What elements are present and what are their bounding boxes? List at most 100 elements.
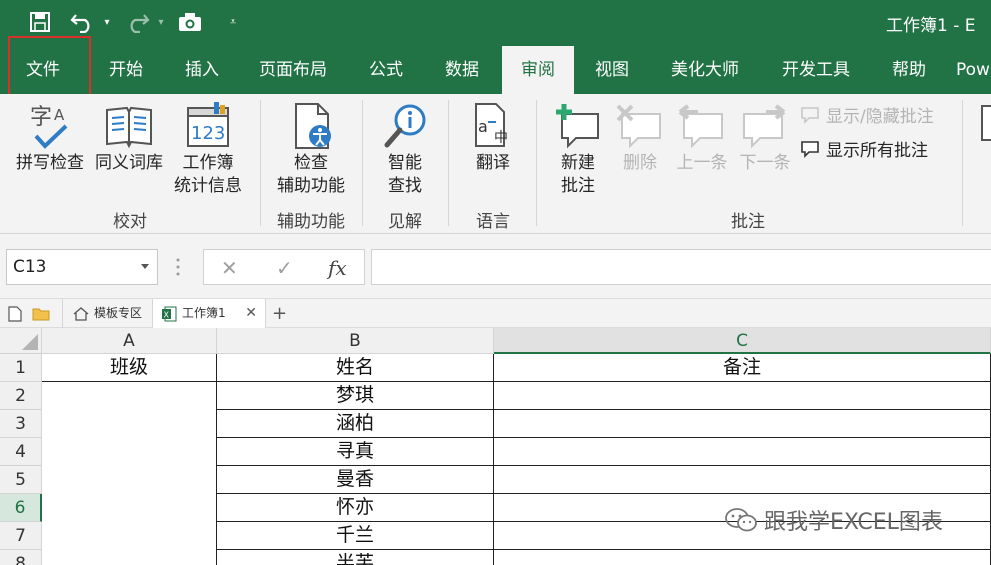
- delete-comment-button[interactable]: 删除: [608, 152, 672, 175]
- save-icon[interactable]: [26, 9, 54, 35]
- title-bar: ▾ ▾ ⩡ 工作簿1 - E: [0, 0, 991, 46]
- smart-lookup-icon: [384, 102, 430, 154]
- name-box[interactable]: C13: [6, 249, 158, 285]
- new-comment-button[interactable]: 新建 批注: [545, 152, 611, 198]
- thesaurus-button[interactable]: 同义词库: [91, 152, 167, 175]
- next-group-partial-icon: [980, 102, 991, 150]
- formula-bar-grip-icon[interactable]: [176, 256, 180, 278]
- smart-lookup-button[interactable]: 智能 查找: [370, 152, 440, 198]
- cell-b3[interactable]: 涵柏: [217, 410, 494, 438]
- svg-text:123: 123: [191, 123, 225, 144]
- cell-a2-merged[interactable]: [42, 382, 217, 565]
- close-tab-icon[interactable]: ✕: [245, 299, 257, 328]
- cell-b5[interactable]: 曼香: [217, 466, 494, 494]
- cell-c3[interactable]: [494, 410, 991, 438]
- ribbon-separator: [260, 100, 261, 226]
- cell-c8[interactable]: [494, 550, 991, 565]
- row-header[interactable]: 7: [0, 522, 42, 550]
- name-box-dropdown-icon[interactable]: [141, 264, 149, 269]
- watermark-text: 跟我学EXCEL图表: [764, 510, 943, 535]
- column-header-c[interactable]: C: [494, 328, 991, 354]
- column-header-b[interactable]: B: [217, 328, 494, 354]
- tab-view[interactable]: 视图: [582, 46, 642, 94]
- show-all-comments-icon: [801, 140, 819, 158]
- formula-input[interactable]: [371, 249, 991, 285]
- cell-c5[interactable]: [494, 466, 991, 494]
- show-all-comments-button[interactable]: 显示所有批注: [800, 136, 928, 161]
- tab-page-layout[interactable]: 页面布局: [250, 46, 336, 94]
- undo-dropdown-icon[interactable]: ▾: [100, 9, 114, 35]
- check-accessibility-label-line2: 辅助功能: [277, 176, 345, 196]
- row-header[interactable]: 2: [0, 382, 42, 410]
- watermark: 跟我学EXCEL图表: [724, 504, 943, 536]
- ribbon-separator: [536, 100, 537, 226]
- previous-comment-button[interactable]: 上一条: [670, 152, 734, 175]
- svg-text:字: 字: [30, 105, 52, 130]
- tab-home[interactable]: 开始: [96, 46, 156, 94]
- smart-lookup-label-line2: 查找: [388, 176, 422, 196]
- row-header[interactable]: 8: [0, 550, 42, 565]
- confirm-entry-icon[interactable]: ✓: [276, 256, 293, 280]
- cancel-entry-icon[interactable]: ✕: [221, 256, 238, 280]
- translate-button[interactable]: 翻译: [458, 152, 528, 175]
- new-comment-label-line2: 批注: [561, 176, 595, 196]
- tab-data[interactable]: 数据: [432, 46, 492, 94]
- formula-controls: ✕ ✓ fx: [203, 249, 365, 285]
- svg-text:X: X: [164, 310, 170, 319]
- cell-a1[interactable]: 班级: [42, 354, 217, 382]
- new-comment-label-line1: 新建: [561, 153, 595, 173]
- workbook-tab[interactable]: X 工作簿1 ✕: [152, 299, 266, 328]
- check-accessibility-icon: [292, 102, 336, 154]
- cell-b8[interactable]: 半芙: [217, 550, 494, 565]
- next-comment-button[interactable]: 下一条: [733, 152, 797, 175]
- redo-dropdown-icon[interactable]: ▾: [154, 9, 168, 35]
- tab-beautify-master[interactable]: 美化大师: [660, 46, 750, 94]
- tab-developer[interactable]: 开发工具: [770, 46, 862, 94]
- tab-power[interactable]: Pow: [956, 46, 991, 94]
- cell-b2[interactable]: 梦琪: [217, 382, 494, 410]
- ribbon-tab-bar: 文件 开始 插入 页面布局 公式 数据 审阅 视图 美化大师 开发工具 帮助 P…: [0, 46, 991, 94]
- tab-formulas[interactable]: 公式: [356, 46, 416, 94]
- template-zone-tab[interactable]: 模板专区: [62, 299, 152, 328]
- row-header[interactable]: 4: [0, 438, 42, 466]
- row-header[interactable]: 1: [0, 354, 42, 382]
- new-comment-icon: [554, 102, 602, 154]
- cell-c4[interactable]: [494, 438, 991, 466]
- show-hide-comment-button[interactable]: 显示/隐藏批注: [800, 102, 934, 127]
- row-header[interactable]: 3: [0, 410, 42, 438]
- delete-comment-icon: [616, 104, 664, 152]
- workbook-statistics-button[interactable]: 工作簿 统计信息: [168, 152, 248, 198]
- open-folder-icon[interactable]: [32, 299, 50, 328]
- group-label-comments: 批注: [731, 212, 765, 232]
- ribbon-separator: [362, 100, 363, 226]
- add-tab-icon[interactable]: +: [272, 299, 287, 328]
- workbook-statistics-label-line1: 工作簿: [182, 153, 234, 173]
- row-header[interactable]: 5: [0, 466, 42, 494]
- customize-qat-icon[interactable]: ⩡: [226, 9, 240, 35]
- cell-b6[interactable]: 怀亦: [217, 494, 494, 522]
- document-title: 工作簿1 - E: [886, 16, 976, 36]
- group-label-proofing: 校对: [113, 212, 147, 232]
- cell-b7[interactable]: 千兰: [217, 522, 494, 550]
- smart-lookup-label-line1: 智能: [388, 153, 422, 173]
- formula-bar: C13 ✕ ✓ fx: [0, 234, 991, 298]
- cell-b1[interactable]: 姓名: [217, 354, 494, 382]
- column-header-a[interactable]: A: [42, 328, 217, 354]
- tab-insert[interactable]: 插入: [172, 46, 232, 94]
- row-header[interactable]: 6: [0, 494, 42, 522]
- select-all-corner[interactable]: [0, 328, 42, 354]
- cell-c1[interactable]: 备注: [494, 354, 991, 382]
- insert-function-icon[interactable]: fx: [328, 256, 347, 280]
- undo-icon[interactable]: [68, 9, 98, 35]
- check-accessibility-label-line1: 检查: [294, 153, 328, 173]
- camera-icon[interactable]: [176, 9, 204, 35]
- redo-icon[interactable]: [122, 9, 152, 35]
- cell-b4[interactable]: 寻真: [217, 438, 494, 466]
- check-accessibility-button[interactable]: 检查 辅助功能: [268, 152, 354, 198]
- cell-c2[interactable]: [494, 382, 991, 410]
- spell-check-button[interactable]: 拼写检查: [12, 152, 88, 175]
- tab-review[interactable]: 审阅: [502, 46, 574, 94]
- translate-icon: a 中: [472, 102, 518, 154]
- new-file-icon[interactable]: [8, 299, 22, 328]
- tab-help[interactable]: 帮助: [880, 46, 938, 94]
